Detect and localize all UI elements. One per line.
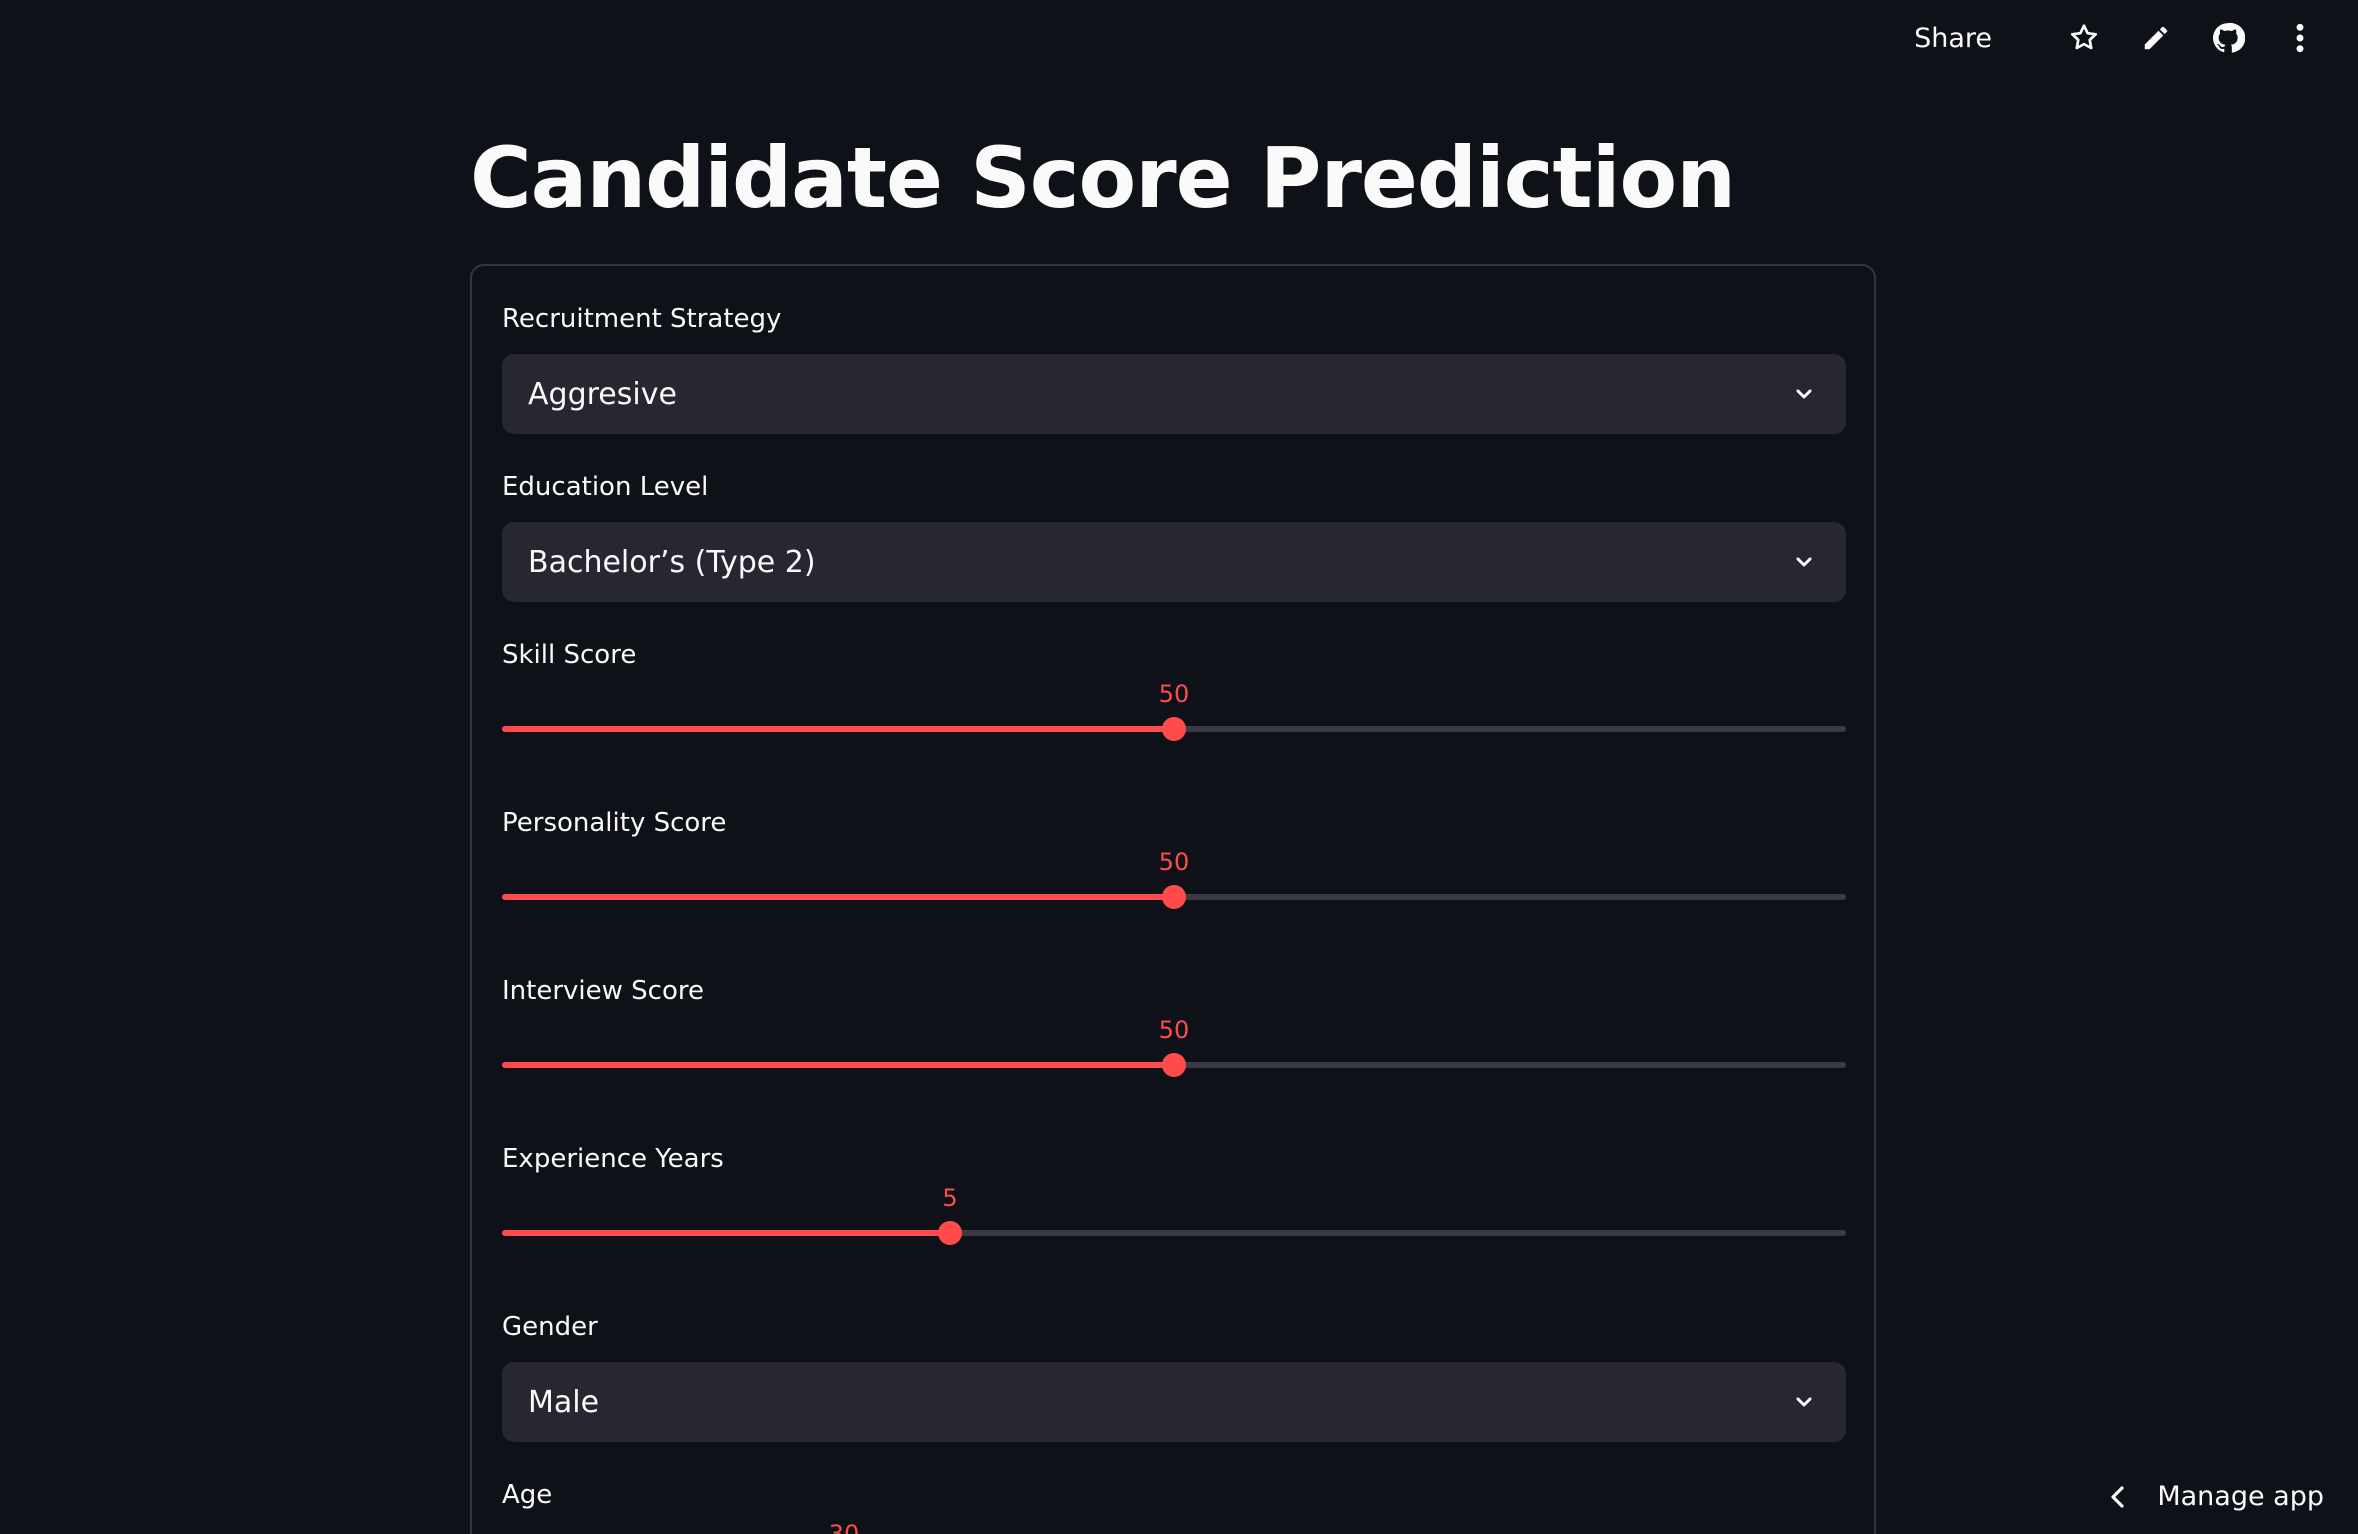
manage-app-button[interactable]: Manage app [2107,1481,2324,1512]
skill-score-slider[interactable]: 50 [502,680,1846,760]
skill-score-value: 50 [1158,680,1190,708]
interview-score-label: Interview Score [502,976,704,1006]
slider-fill [502,1230,950,1236]
education-level-label: Education Level [502,472,709,502]
star-icon[interactable] [2066,20,2102,56]
github-icon[interactable] [2210,20,2246,56]
chevron-left-icon [2111,1485,2124,1508]
slider-thumb[interactable] [938,1221,962,1245]
experience-years-slider[interactable]: 5 [502,1184,1846,1264]
share-button[interactable]: Share [1914,23,1992,54]
chevron-down-icon [1796,389,1812,399]
age-value: 30 [828,1520,860,1534]
manage-app-label: Manage app [2157,1481,2324,1512]
recruitment-strategy-select[interactable]: Aggresive [502,354,1846,434]
slider-fill [502,1062,1174,1068]
slider-fill [502,726,1174,732]
age-label: Age [502,1480,553,1510]
page-title: Candidate Score Prediction [470,129,1736,227]
skill-score-label: Skill Score [502,640,637,670]
age-slider[interactable]: 30 [502,1520,1846,1534]
slider-thumb[interactable] [1162,717,1186,741]
experience-years-value: 5 [942,1184,958,1212]
personality-score-label: Personality Score [502,808,727,838]
slider-fill [502,894,1174,900]
recruitment-strategy-value: Aggresive [528,376,677,412]
pencil-icon[interactable] [2138,20,2174,56]
top-toolbar: Share [1914,14,2318,62]
more-vertical-icon[interactable] [2282,20,2318,56]
gender-label: Gender [502,1312,598,1342]
experience-years-label: Experience Years [502,1144,724,1174]
interview-score-slider[interactable]: 50 [502,1016,1846,1096]
personality-score-slider[interactable]: 50 [502,848,1846,928]
chevron-down-icon [1796,1397,1812,1407]
recruitment-strategy-label: Recruitment Strategy [502,304,782,334]
gender-select[interactable]: Male [502,1362,1846,1442]
slider-thumb[interactable] [1162,885,1186,909]
personality-score-value: 50 [1158,848,1190,876]
gender-value: Male [528,1384,600,1420]
chevron-down-icon [1796,557,1812,567]
app-page: Share Candidate Score Prediction Recruit… [0,0,2358,1534]
prediction-form: Recruitment Strategy Aggresive Education… [470,264,1876,1534]
interview-score-value: 50 [1158,1016,1190,1044]
education-level-select[interactable]: Bachelor’s (Type 2) [502,522,1846,602]
education-level-value: Bachelor’s (Type 2) [528,544,816,580]
slider-thumb[interactable] [1162,1053,1186,1077]
